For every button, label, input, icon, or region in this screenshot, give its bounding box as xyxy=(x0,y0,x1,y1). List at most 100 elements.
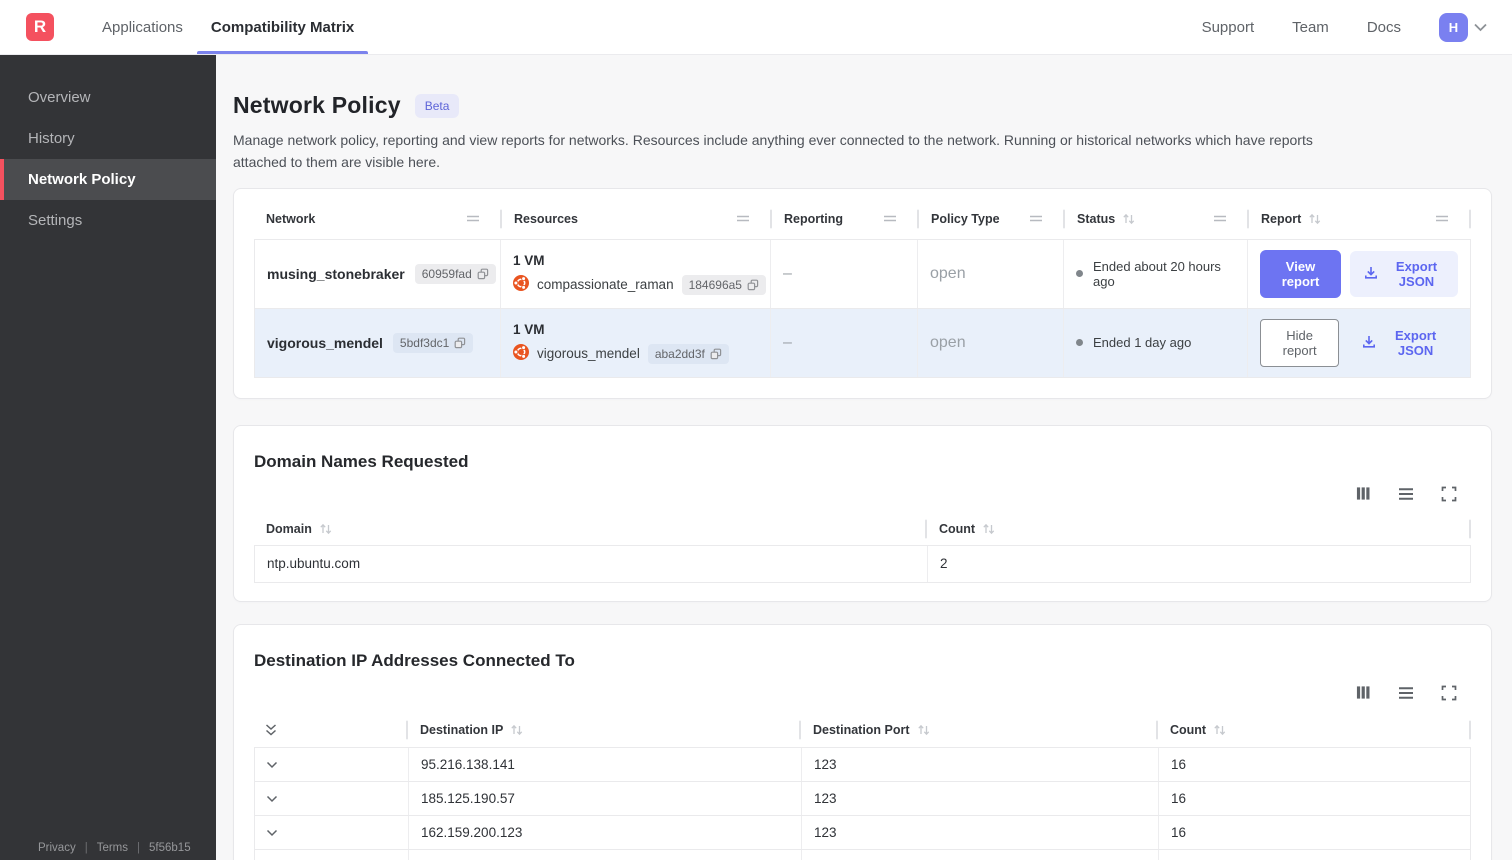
network-name: vigorous_mendel xyxy=(267,334,383,351)
column-label: Destination IP xyxy=(420,722,504,737)
fullscreen-icon[interactable] xyxy=(1441,486,1457,502)
sidebar-item-history[interactable]: History xyxy=(0,118,216,159)
destinations-card: Destination IP Addresses Connected To De… xyxy=(233,623,1492,860)
column-label: Status xyxy=(1077,211,1116,226)
column-label: Destination Port xyxy=(813,722,910,737)
beta-badge: Beta xyxy=(414,93,460,118)
status-text: Ended 1 day ago xyxy=(1093,335,1192,351)
status-dot-icon xyxy=(1076,270,1083,278)
networks-table-header: Network Resources Reporting Policy Type xyxy=(254,199,1471,239)
destination-port-value: 123 xyxy=(802,849,1159,860)
destination-row: 95.216.138.141 123 16 xyxy=(255,747,1470,781)
sort-icon[interactable] xyxy=(1308,213,1322,225)
table-toolbar xyxy=(254,486,1457,502)
user-menu-caret-icon[interactable] xyxy=(1473,20,1488,34)
column-separator xyxy=(1469,720,1471,740)
column-resize-handle-icon[interactable] xyxy=(1029,214,1053,223)
copy-icon[interactable] xyxy=(454,337,466,349)
copy-icon[interactable] xyxy=(747,279,759,291)
expand-row-icon[interactable] xyxy=(265,792,279,805)
column-header-destination-port[interactable]: Destination Port xyxy=(801,713,1158,747)
hide-report-button[interactable]: Hide report xyxy=(1260,318,1340,367)
network-id-badge: 5bdf3dc1 xyxy=(392,332,474,353)
count-value: 16 xyxy=(1171,824,1187,840)
network-id: 60959fad xyxy=(421,266,472,281)
column-label: Network xyxy=(266,211,316,226)
column-label: Resources xyxy=(514,211,578,226)
sort-icon[interactable] xyxy=(917,724,931,736)
copy-icon[interactable] xyxy=(477,268,489,280)
resource-id-badge: 184696a5 xyxy=(681,274,766,295)
count-value: 16 xyxy=(1171,756,1187,772)
status-text: Ended about 20 hours ago xyxy=(1093,258,1221,289)
footer-link-privacy[interactable]: Privacy xyxy=(38,842,76,854)
nav-link-support[interactable]: Support xyxy=(1202,19,1255,36)
destination-row: 185.125.190.58 123 16 xyxy=(255,848,1470,860)
tab-applications[interactable]: Applications xyxy=(88,0,197,54)
export-json-button[interactable]: Export JSON xyxy=(1350,250,1458,297)
domain-row: ntp.ubuntu.com 2 xyxy=(255,545,1470,582)
network-id: 5bdf3dc1 xyxy=(399,335,450,350)
column-label: Count xyxy=(939,522,976,537)
footer-link-terms[interactable]: Terms xyxy=(97,842,128,854)
column-header-resources[interactable]: Resources xyxy=(502,199,772,239)
build-version: 5f56b15 xyxy=(149,842,191,854)
destination-port-value: 123 xyxy=(802,781,1159,815)
user-avatar[interactable]: H xyxy=(1439,12,1468,42)
destinations-card-title: Destination IP Addresses Connected To xyxy=(254,650,575,670)
app-logo[interactable]: R xyxy=(26,13,54,41)
ubuntu-icon xyxy=(512,343,530,363)
resource-name: compassionate_raman xyxy=(537,277,674,293)
destination-port-value: 123 xyxy=(802,815,1159,849)
sidebar: Overview History Network Policy Settings… xyxy=(0,55,216,860)
tab-compatibility-matrix[interactable]: Compatibility Matrix xyxy=(196,0,369,54)
networks-card: Network Resources Reporting Policy Type xyxy=(233,187,1492,399)
column-separator xyxy=(1469,519,1471,539)
sidebar-item-settings[interactable]: Settings xyxy=(0,200,216,241)
resource-name: vigorous_mendel xyxy=(537,346,640,362)
network-row: musing_stonebraker 60959fad 1 VM compass… xyxy=(255,238,1470,308)
sort-icon[interactable] xyxy=(510,724,524,736)
column-header-destination-ip[interactable]: Destination IP xyxy=(408,713,801,747)
sort-icon[interactable] xyxy=(319,523,333,535)
column-header-network[interactable]: Network xyxy=(254,199,502,239)
resource-id: aba2dd3f xyxy=(654,346,705,361)
export-json-button[interactable]: Export JSON xyxy=(1348,320,1458,366)
copy-icon[interactable] xyxy=(710,348,722,360)
column-header-status[interactable]: Status xyxy=(1065,199,1249,239)
columns-icon[interactable] xyxy=(1356,685,1371,700)
expand-row-icon[interactable] xyxy=(265,826,279,839)
sort-icon[interactable] xyxy=(1122,213,1136,225)
sidebar-item-overview[interactable]: Overview xyxy=(0,77,216,118)
sidebar-item-network-policy[interactable]: Network Policy xyxy=(0,159,216,200)
nav-link-team[interactable]: Team xyxy=(1292,19,1329,36)
reporting-value: – xyxy=(771,239,918,308)
column-resize-handle-icon[interactable] xyxy=(466,214,490,223)
column-header-reporting[interactable]: Reporting xyxy=(772,199,919,239)
column-header-count[interactable]: Count xyxy=(1158,713,1471,747)
export-json-label: Export JSON xyxy=(1395,258,1438,289)
column-header-report[interactable]: Report xyxy=(1249,199,1471,239)
density-icon[interactable] xyxy=(1398,686,1414,700)
column-resize-handle-icon[interactable] xyxy=(736,214,760,223)
columns-icon[interactable] xyxy=(1356,486,1371,501)
column-header-policy-type[interactable]: Policy Type xyxy=(919,199,1065,239)
column-resize-handle-icon[interactable] xyxy=(1435,214,1459,223)
view-report-button[interactable]: View report xyxy=(1260,249,1341,298)
nav-link-docs[interactable]: Docs xyxy=(1367,19,1401,36)
column-resize-handle-icon[interactable] xyxy=(883,214,907,223)
policy-type-value: open xyxy=(918,239,1064,308)
column-resize-handle-icon[interactable] xyxy=(1213,214,1237,223)
domain-value: ntp.ubuntu.com xyxy=(255,545,928,582)
status-dot-icon xyxy=(1076,339,1083,347)
destination-ip-value: 185.125.190.58 xyxy=(409,849,802,860)
fullscreen-icon[interactable] xyxy=(1441,685,1457,701)
sort-icon[interactable] xyxy=(1213,724,1227,736)
expand-row-icon[interactable] xyxy=(265,758,279,771)
column-header-domain[interactable]: Domain xyxy=(254,514,927,545)
download-icon xyxy=(1363,265,1379,283)
sort-icon[interactable] xyxy=(982,523,996,535)
expand-all-icon[interactable] xyxy=(264,723,278,737)
column-header-count[interactable]: Count xyxy=(927,514,1471,545)
density-icon[interactable] xyxy=(1398,487,1414,501)
